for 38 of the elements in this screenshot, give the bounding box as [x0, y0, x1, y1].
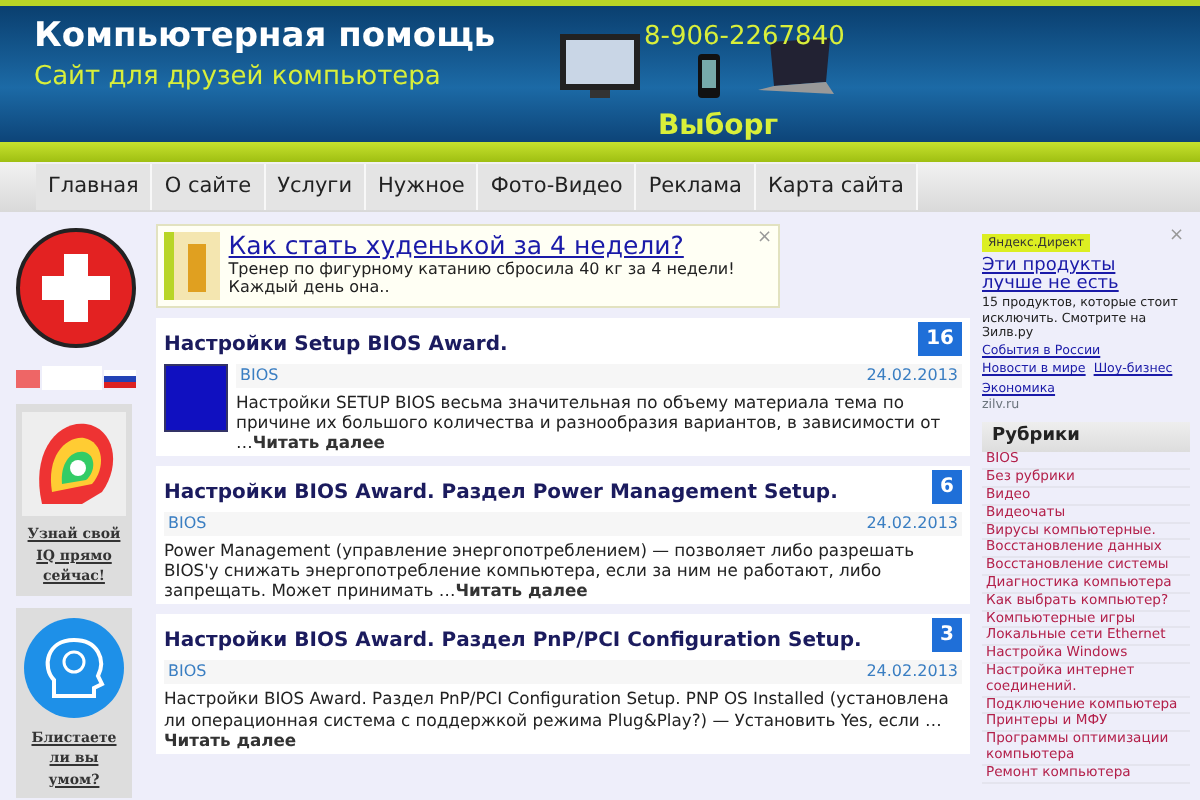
category-link[interactable]: BIOS	[240, 364, 279, 388]
read-more-link[interactable]: Читать далее	[252, 432, 385, 453]
category-link[interactable]: BIOS	[168, 512, 207, 537]
post-date[interactable]: 24.02.2013	[866, 364, 958, 388]
post-excerpt: Настройки SETUP BIOS весьма значительная по объему материала тема по причине их большого количества и разнообразия вариантов, в зависимости от …Читать далее	[236, 392, 943, 453]
lightbulb-head-icon[interactable]	[22, 615, 126, 719]
product-photo-placeholder[interactable]	[164, 232, 221, 300]
nav-link[interactable]: Услуги	[265, 163, 367, 211]
nav-link[interactable]: О сайте	[152, 163, 266, 211]
sidebar-heading: Рубрики	[982, 421, 1190, 453]
post-excerpt: Power Management (управление энергопотреблением) — позволяет либо разрешать BIOS'у снижать энергопотребление компьютера, если за ним не работают, либо запрещать. Может принимать …Читать далее	[164, 540, 917, 601]
cross-logo[interactable]	[16, 228, 136, 348]
nav-link[interactable]: Реклама	[636, 163, 756, 211]
nav-link[interactable]: Главная	[36, 163, 153, 211]
ad-text: Тренер по фигурному катанию сбросила 40 кг за 4 недели! Каждый день она..	[228, 259, 737, 298]
read-more-link[interactable]: Читать далее	[164, 729, 297, 750]
post-excerpt: Настройки BIOS Award. Раздел PnP/PCI Configuration Setup. PNP OS Installed (установлена ли операционная система с поддержкой режима Plug&Play?) — Установить Yes, если … Читать далее	[164, 688, 951, 750]
phone-number: 8-906-2267840	[644, 20, 845, 56]
post-date[interactable]: 24.02.2013	[866, 512, 958, 537]
city-name: Выборг	[658, 108, 779, 142]
category-link[interactable]: BIOS	[168, 660, 207, 685]
comment-count[interactable]: 3	[932, 618, 962, 653]
nav-link[interactable]: Карта сайта	[755, 163, 918, 211]
rainbow-head-drawing[interactable]	[22, 412, 126, 516]
read-more-link[interactable]: Читать далее	[455, 580, 588, 601]
comment-count[interactable]: 6	[932, 470, 962, 505]
ad-link[interactable]: Эти продукты лучше не есть	[982, 257, 1174, 297]
comment-count[interactable]: 16	[918, 322, 962, 356]
ad-link[interactable]: Как стать худенькой за 4 недели?	[228, 232, 752, 260]
post-title[interactable]: Настройки BIOS Award. Раздел PnP/PCI Configuration Setup.	[164, 626, 862, 657]
site-subtitle: Сайт для друзей компьютера	[34, 60, 441, 96]
post-title[interactable]: Настройки Setup BIOS Award.	[164, 330, 508, 360]
nav-link[interactable]: Фото-Видео	[478, 163, 637, 211]
post-date[interactable]: 24.02.2013	[866, 660, 958, 685]
site-title[interactable]: Компьютерная помощь	[34, 12, 496, 63]
nav-link[interactable]: Нужное	[366, 163, 479, 211]
post-title[interactable]: Настройки BIOS Award. Раздел Power Management Setup.	[164, 478, 838, 509]
vir-logo[interactable]	[16, 364, 136, 392]
